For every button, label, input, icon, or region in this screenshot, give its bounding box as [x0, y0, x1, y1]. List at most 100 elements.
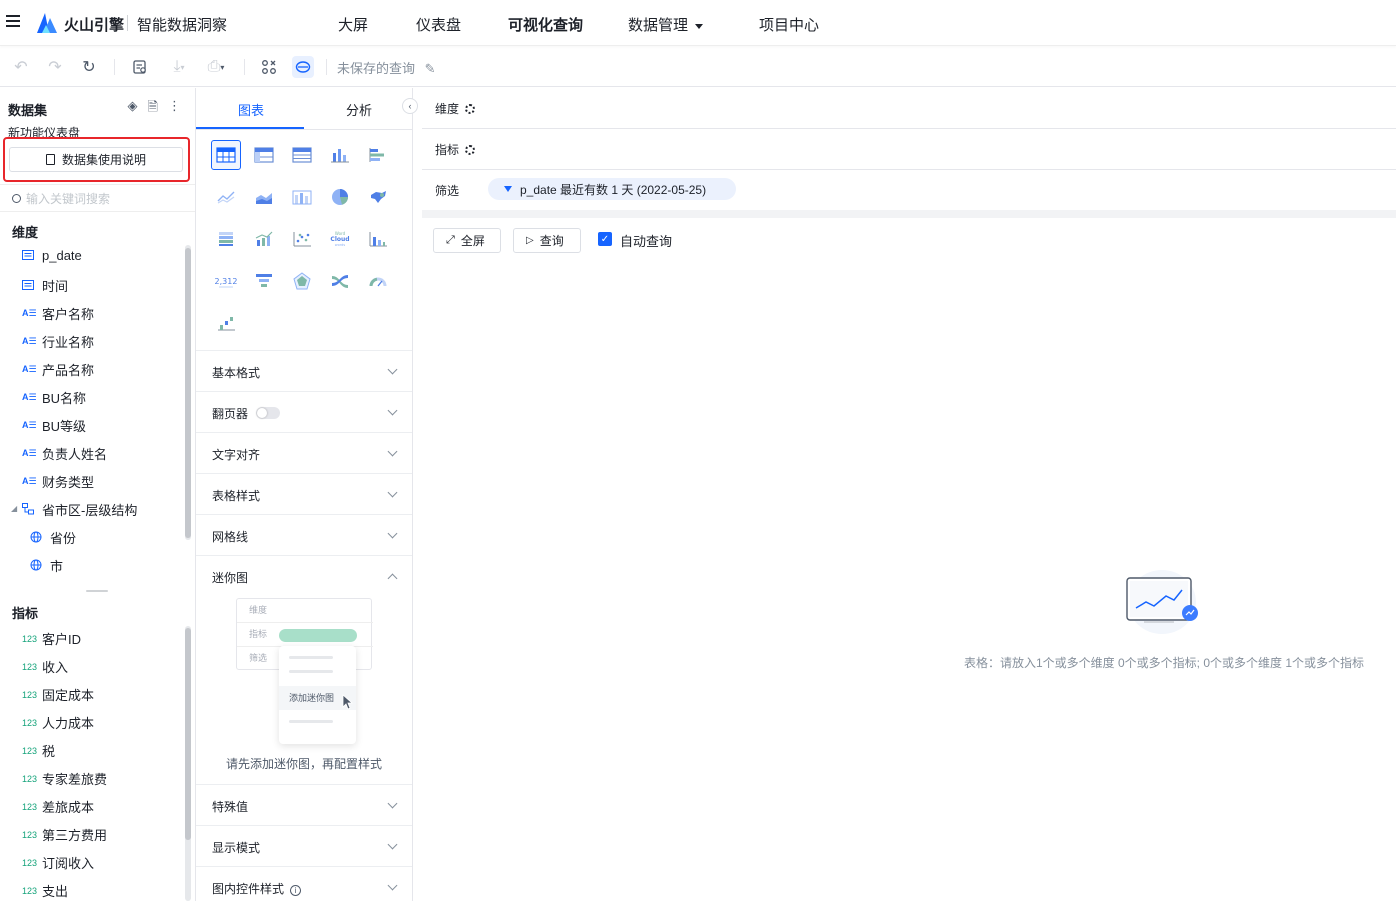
chart-type-kpi-card[interactable]: 2,312 — [211, 266, 241, 296]
auto-query-checkbox[interactable]: ✓ — [598, 232, 612, 246]
chevron-down-icon[interactable] — [387, 798, 398, 809]
chart-type-line[interactable] — [211, 182, 241, 212]
dimension-field[interactable]: A☰ 财务类型 — [22, 472, 94, 491]
chart-type-detail-table[interactable] — [287, 140, 317, 170]
nav-item-visual-query[interactable]: 可视化查询 — [508, 14, 583, 35]
hamburger-menu-icon[interactable] — [6, 15, 20, 29]
tab-analysis[interactable]: 分析 — [346, 100, 372, 119]
chart-mode-icon[interactable] — [292, 56, 314, 78]
sql-view-icon[interactable] — [130, 57, 150, 77]
nav-item-project-center[interactable]: 项目中心 — [759, 14, 819, 35]
redo-icon[interactable]: ↷ — [45, 57, 65, 77]
dataset-detail-icon[interactable]: 🗎 — [148, 98, 158, 120]
chart-type-scatter[interactable] — [287, 224, 317, 254]
dataset-guide-button[interactable]: 数据集使用说明 — [9, 147, 183, 172]
config-section[interactable]: 显示模式 — [196, 825, 412, 866]
dimension-field[interactable]: A☰ 行业名称 — [22, 332, 94, 351]
metric-field[interactable]: 123 专家差旅费 — [22, 769, 107, 788]
switch-dataset-icon[interactable]: ◈ — [128, 98, 138, 120]
download-icon[interactable]: ⤓ ▾ — [164, 57, 194, 77]
chart-type-sankey[interactable] — [325, 266, 355, 296]
gear-icon[interactable] — [465, 103, 476, 114]
metric-field[interactable]: 123 固定成本 — [22, 685, 94, 704]
metric-field[interactable]: 123 差旅成本 — [22, 797, 94, 816]
metric-shelf[interactable]: 指标 — [422, 129, 1396, 170]
chart-type-waterfall-bar[interactable] — [363, 224, 393, 254]
more-vertical-icon[interactable]: ⋮ — [168, 98, 181, 120]
chart-type-gauge[interactable] — [363, 266, 393, 296]
toolbar: ↶ ↷ ↻ ⤓ ▾ ⎙ ▾ 未保存的查询 ✎ — [0, 47, 1396, 87]
dimension-field[interactable]: 省市区-层级结构 — [22, 500, 137, 519]
dimension-field[interactable]: 省份 — [30, 528, 76, 547]
pager-toggle[interactable] — [256, 407, 280, 419]
config-section[interactable]: 基本格式 — [196, 350, 412, 391]
tree-expand-icon[interactable]: ◢ — [11, 504, 17, 513]
filter-chip[interactable]: p_date 最近有数 1 天 (2022-05-25) — [488, 178, 736, 200]
chart-type-radar[interactable] — [287, 266, 317, 296]
fullscreen-button[interactable]: ⤢ 全屏 — [433, 228, 501, 253]
chevron-down-icon[interactable] — [387, 446, 398, 457]
chart-type-waterfall[interactable] — [211, 308, 241, 338]
dimension-field[interactable]: A☰ 负责人姓名 — [22, 444, 107, 463]
dimension-field[interactable]: A☰ 产品名称 — [22, 360, 94, 379]
nav-item-dapin[interactable]: 大屏 — [338, 14, 368, 35]
config-section[interactable]: 文字对齐 — [196, 432, 412, 473]
share-icon[interactable]: ⎙ ▾ — [202, 57, 230, 77]
chart-type-word-cloud[interactable]: Word Cloud words — [325, 224, 355, 254]
query-button[interactable]: ▷ 查询 — [513, 228, 581, 253]
config-section[interactable]: 表格样式 — [196, 473, 412, 514]
edit-pencil-icon[interactable]: ✎ — [425, 61, 436, 76]
chart-type-area[interactable] — [249, 182, 279, 212]
undo-icon[interactable]: ↶ — [11, 57, 31, 77]
chevron-up-icon[interactable] — [387, 573, 398, 584]
tab-chart[interactable]: 图表 — [238, 100, 264, 119]
chart-type-combo[interactable] — [287, 182, 317, 212]
nav-item-dashboard[interactable]: 仪表盘 — [416, 14, 461, 35]
chart-type-pivot-table[interactable] — [249, 140, 279, 170]
chevron-down-icon[interactable] — [387, 528, 398, 539]
chevron-down-icon[interactable] — [387, 487, 398, 498]
chart-type-horizontal-bar[interactable] — [363, 140, 393, 170]
config-section[interactable]: 特殊值 — [196, 784, 412, 825]
metric-field[interactable]: 123 收入 — [22, 657, 68, 676]
dimension-field[interactable]: A☰ 客户名称 — [22, 304, 94, 323]
info-icon[interactable]: i — [290, 885, 302, 896]
metric-field[interactable]: 123 支出 — [22, 881, 68, 900]
dimension-field[interactable]: p_date — [22, 248, 82, 263]
dimension-scrollbar-thumb[interactable] — [185, 248, 191, 538]
chart-type-bar[interactable] — [325, 140, 355, 170]
dimension-field[interactable]: A☰ BU名称 — [22, 388, 86, 407]
gear-icon[interactable] — [465, 144, 476, 155]
panel-resize-handle[interactable] — [86, 590, 108, 592]
config-section[interactable]: 迷你图 — [196, 555, 412, 596]
chart-type-pie[interactable] — [325, 182, 355, 212]
refresh-icon[interactable]: ↻ — [79, 57, 99, 77]
chevron-down-icon[interactable] — [387, 839, 398, 850]
metric-field[interactable]: 123 订阅收入 — [22, 853, 94, 872]
product-name: 智能数据洞察 — [137, 17, 228, 34]
chevron-down-icon[interactable] — [387, 364, 398, 375]
dimension-field[interactable]: 市 — [30, 556, 63, 575]
metric-field[interactable]: 123 人力成本 — [22, 713, 94, 732]
metric-field[interactable]: 123 第三方费用 — [22, 825, 107, 844]
components-icon[interactable] — [259, 57, 279, 77]
dimension-field[interactable]: 时间 — [22, 276, 68, 295]
collapse-panel-icon[interactable]: ‹ — [402, 98, 418, 114]
config-section[interactable]: 翻页器 — [196, 391, 412, 432]
metric-scrollbar-thumb[interactable] — [185, 628, 191, 840]
chart-type-bar-line[interactable] — [249, 224, 279, 254]
chart-type-table[interactable] — [211, 140, 241, 170]
chart-type-stacked-bar[interactable] — [211, 224, 241, 254]
chart-type-funnel[interactable] — [249, 266, 279, 296]
chevron-down-icon[interactable] — [387, 405, 398, 416]
metric-field[interactable]: 123 客户ID — [22, 629, 81, 648]
chevron-down-icon[interactable] — [387, 880, 398, 891]
field-search-input[interactable]: 输入关键词搜索 — [0, 184, 195, 212]
dimension-shelf[interactable]: 维度 — [422, 88, 1396, 129]
dimension-field[interactable]: A☰ BU等级 — [22, 416, 86, 435]
query-title[interactable]: 未保存的查询 ✎ — [337, 58, 436, 77]
nav-item-data-management[interactable]: 数据管理 — [628, 14, 704, 35]
chart-type-map[interactable] — [363, 182, 393, 212]
config-section[interactable]: 网格线 — [196, 514, 412, 555]
metric-field[interactable]: 123 税 — [22, 741, 55, 760]
